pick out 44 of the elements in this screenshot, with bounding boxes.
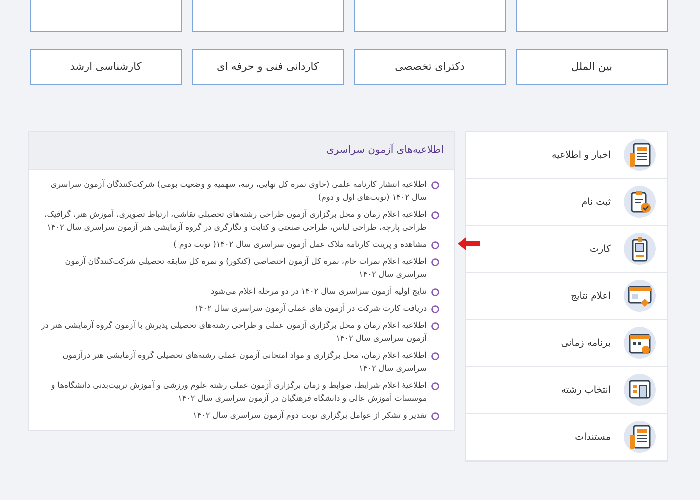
circle-bullet-icon — [431, 258, 440, 267]
circle-bullet-icon — [431, 305, 440, 314]
notice-link[interactable]: اطلاعیه اعلام نمرات خام، نمره کل آزمون اختصاصی (کنکور) و نمره کل سابقه تحصیلی شرکت‌کنندگان آزمون سراسری سال ۱۴۰۲ — [39, 255, 427, 281]
circle-bullet-icon — [431, 382, 440, 391]
notice-link[interactable]: مشاهده و پرینت کارنامه ملاک عمل آزمون سراسری سال ۱۴۰۲( نوبت دوم ) — [174, 238, 427, 251]
clipped-tile[interactable] — [354, 0, 506, 32]
monitor-icon — [623, 279, 657, 313]
newspaper-icon — [623, 138, 657, 172]
notice-link[interactable]: دریافت کارت شرکت در آزمون های عملی آزمون سراسری سال ۱۴۰۲ — [194, 302, 427, 315]
form-icon — [623, 373, 657, 407]
id-badge-icon — [623, 232, 657, 266]
notice-link[interactable]: اطلاعیهٔ اعلام شرایط، ضوابط و زمان برگزاری آزمون عملی رشته علوم ورزشی و آموزش تربیت‌بدنی دانشگاه‌ها و موسسات آموزش عالی و دانشگاه فرهنگیان در آزمون سراسری سال ۱۴۰۲ — [39, 379, 427, 405]
notice-link[interactable]: نتایج اولیه آزمون سراسری سال ۱۴۰۲ در دو مرحله اعلام می‌شود — [211, 285, 427, 298]
clipped-tile[interactable] — [30, 0, 182, 32]
notice-link[interactable]: تقدیر و تشکر از عوامل برگزاری نوبت دوم آزمون سراسری سال ۱۴۰۲ — [193, 409, 427, 422]
notice-link[interactable]: اطلاعیه اعلام زمان و محل برگزاری آزمون طراحی رشته‌های تحصیلی نقاشی، ارتباط تصویری، آموزش هنر، گرافیک، طراحی پارچه، طراحی لباس، طراحی صنعتی و کتابت و نگارگری در گروه آزمایشی هنر آزمون سراسری سال ۱۴۰۲ — [39, 208, 427, 234]
circle-bullet-icon — [431, 352, 440, 361]
circle-bullet-icon — [431, 288, 440, 297]
circle-bullet-icon — [431, 322, 440, 331]
notice-link[interactable]: اطلاعیه اعلام زمان، محل برگزاری و مواد امتحانی آزمون عملی رشته‌های تحصیلی گروه آزمایشی هنر درآزمون سراسری سال ۱۴۰۲ — [39, 349, 427, 375]
clipboard-check-icon — [623, 185, 657, 219]
sidebar-item[interactable]: انتخاب رشته — [466, 367, 667, 414]
clipped-tile[interactable] — [516, 0, 668, 32]
notice-link[interactable]: اطلاعیه انتشار کارنامه علمی (حاوی نمره کل نهایی، رتبه، سهمیه و وضعیت بومی) شرکت‌کنندگان آزمون سراسری سال ۱۴۰۲ (نوبت‌های اول و دوم) — [39, 178, 427, 204]
circle-bullet-icon — [431, 211, 440, 220]
category-button[interactable]: کاردانی فنی و حرفه ای — [192, 49, 344, 85]
circle-bullet-icon — [431, 412, 440, 421]
category-button[interactable]: دکترای تخصصی — [354, 49, 506, 85]
category-button[interactable]: کارشناسی ارشد — [30, 49, 182, 85]
clipped-tile[interactable] — [192, 0, 344, 32]
sidebar-item[interactable]: مستندات — [466, 414, 667, 461]
category-button[interactable]: بین الملل — [516, 49, 668, 85]
calendar-icon — [623, 326, 657, 360]
sidebar-item[interactable]: اخبار و اطلاعیه — [466, 132, 667, 179]
arrow-icon — [458, 237, 480, 251]
document-icon — [623, 420, 657, 454]
sidebar-item[interactable]: کارت — [466, 226, 667, 273]
circle-bullet-icon — [431, 181, 440, 190]
notice-link[interactable]: اطلاعیه اعلام زمان و محل برگزاری آزمون عملی و طراحی رشته‌های تحصیلی پذیرش با آزمون گروه آزمایشی هنر در آزمون سراسری سال ۱۴۰۲ — [39, 319, 427, 345]
circle-bullet-icon — [431, 241, 440, 250]
sidebar-item[interactable]: برنامه زمانی — [466, 320, 667, 367]
sidebar-item[interactable]: ثبت نام — [466, 179, 667, 226]
panel-title: اطلاعیه‌های آزمون سراسری — [326, 145, 444, 156]
sidebar-item[interactable]: اعلام نتایج — [466, 273, 667, 320]
